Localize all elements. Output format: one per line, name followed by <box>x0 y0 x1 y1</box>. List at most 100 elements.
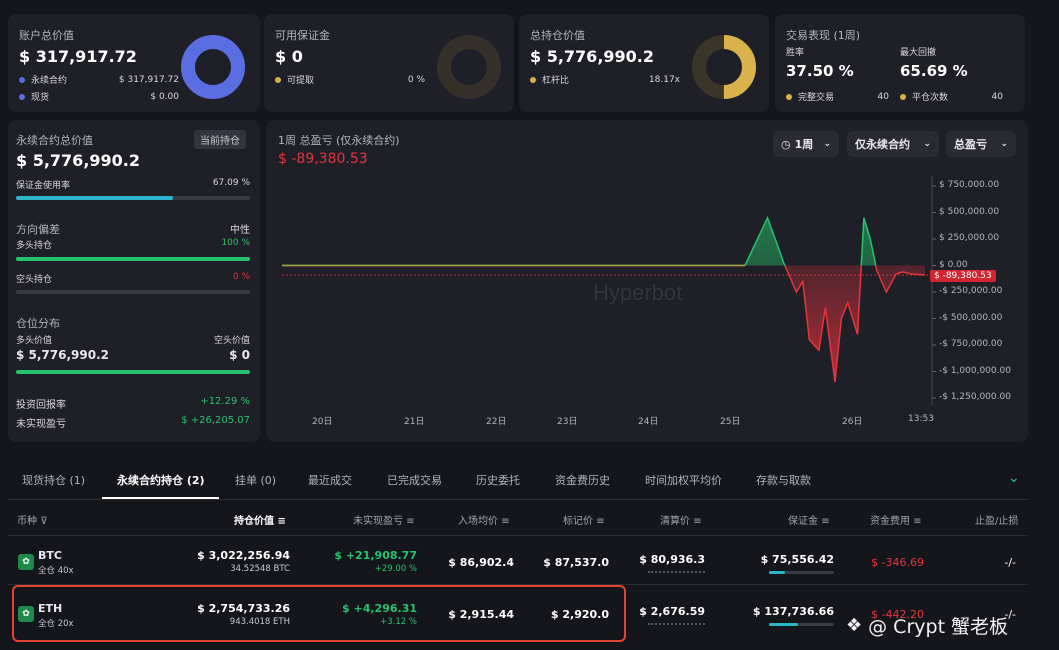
header-label: 标记价 <box>563 516 593 527</box>
item-label: 永续合约 <box>31 76 68 86</box>
col-margin[interactable]: 保证金 ≡ <box>788 512 830 527</box>
funding-fee: $ -346.69 <box>871 556 924 569</box>
pnl-chart-panel: 1周 总盈亏 (仅永续合约) $ -89,380.53 ◷ 1周 ⌄ 仅永续合约… <box>266 120 1028 442</box>
item-label: 现货 <box>31 93 50 103</box>
col-funding[interactable]: 资金费用 ≡ <box>870 512 922 527</box>
margin-usage-label: 保证金使用率 <box>16 181 71 191</box>
margin-value: $ 75,556.42 <box>760 553 834 566</box>
roi-value: +12.29 % <box>200 396 250 407</box>
item-value: $ 317,917.72 <box>118 74 179 85</box>
short-value: $ 0 <box>229 348 250 362</box>
liq-price: $ 2,676.59 <box>639 605 705 618</box>
col-position-value[interactable]: 持仓价值 ≡ <box>234 512 286 527</box>
header-label: 清算价 <box>660 516 690 527</box>
tab-5[interactable]: 历史委托 <box>476 472 520 488</box>
collapse-chevron-icon[interactable]: ⌄ <box>1008 470 1020 486</box>
long-position-pct: 100 % <box>221 238 250 248</box>
x-tick-label: 23日 <box>557 417 578 427</box>
roi-label: 投资回报率 <box>16 400 66 411</box>
trade-performance-card: 交易表现 (1周) 胜率 37.50 % 最大回撤 65.69 % 完整交易 4… <box>775 14 1025 112</box>
perp-title: 永续合约总价值 <box>16 134 93 147</box>
margin-usage-bar <box>16 196 250 200</box>
table-row[interactable]: ✿ BTC 全仓 40x $ 3,022,256.94 34.52548 BTC… <box>8 538 1028 584</box>
y-tick-label: -$ 250,000.00 <box>939 286 1003 296</box>
x-tick-label: 26日 <box>842 417 863 427</box>
col-tpsl[interactable]: 止盈/止损 <box>975 512 1018 527</box>
holdings-value: $ 5,776,990.2 <box>530 47 654 66</box>
account-item-spot: 现货 $ 0.00 <box>19 90 179 103</box>
metric-selector[interactable]: 总盈亏 ⌄ <box>946 131 1016 157</box>
item-value: 40 <box>991 91 1003 102</box>
col-liq[interactable]: 清算价 ≡ <box>660 512 702 527</box>
tpsl-value[interactable]: -/- <box>1004 556 1016 569</box>
win-rate-label: 胜率 <box>786 48 805 58</box>
item-label: 完整交易 <box>798 93 835 103</box>
long-position-label: 多头持仓 <box>16 241 53 251</box>
liq-distance-bar <box>648 623 705 626</box>
coin-symbol[interactable]: BTC <box>38 549 62 562</box>
sort-icon[interactable]: ≡ <box>693 516 701 527</box>
upnl-value: $ +21,908.77 <box>334 549 417 562</box>
account-donut <box>181 35 245 99</box>
position-size: 34.52548 BTC <box>230 564 290 574</box>
current-value-tag: $ -89,380.53 <box>930 270 996 282</box>
header-label: 币种 <box>17 516 37 527</box>
position-value: $ 3,022,256.94 <box>197 549 290 562</box>
metric-label: 总盈亏 <box>954 138 987 151</box>
item-label: 平仓次数 <box>912 93 949 103</box>
short-position-label: 空头持仓 <box>16 275 53 285</box>
tab-1[interactable]: 永续合约持仓 (2) <box>117 472 205 488</box>
col-mark[interactable]: 标记价 ≡ <box>563 512 605 527</box>
col-upnl[interactable]: 未实现盈亏 ≡ <box>353 512 415 527</box>
available-margin-card: 可用保证金 $ 0 可提取 0 % <box>264 14 514 112</box>
y-tick-label: $ 250,000.00 <box>939 233 1000 243</box>
header-label: 止盈/止损 <box>975 516 1019 527</box>
diamond-logo-icon: ❖ <box>846 615 863 636</box>
sort-icon[interactable]: ≡ <box>501 516 509 527</box>
sort-icon[interactable]: ≡ <box>913 516 921 527</box>
col-entry[interactable]: 入场均价 ≡ <box>458 512 510 527</box>
item-value: $ 0.00 <box>150 91 179 102</box>
y-tick-label: -$ 1,250,000.00 <box>939 392 1011 402</box>
x-tick-label: 25日 <box>720 417 741 427</box>
margin-usage-value: 67.09 % <box>212 178 250 188</box>
long-value: $ 5,776,990.2 <box>16 348 109 362</box>
sort-icon[interactable]: ≡ <box>277 516 285 527</box>
y-tick-label: $ 500,000.00 <box>939 206 1000 217</box>
liq-distance-bar <box>648 571 705 574</box>
item-value: 0 % <box>407 74 425 85</box>
account-item-perp: 永续合约 $ 317,917.72 <box>19 73 179 86</box>
filter-label: 仅永续合约 <box>855 138 910 151</box>
short-position-pct: 0 % <box>232 272 250 282</box>
sort-icon[interactable]: ≡ <box>596 516 604 527</box>
filter-icon[interactable]: ⊽ <box>40 516 47 527</box>
sort-icon[interactable]: ≡ <box>406 516 414 527</box>
completed-trades: 完整交易 40 <box>786 90 889 103</box>
header-divider <box>8 535 1028 536</box>
short-position-bar <box>16 290 250 294</box>
current-position-badge[interactable]: 当前持仓 <box>194 130 246 149</box>
col-coin[interactable]: 币种 ⊽ <box>17 512 48 527</box>
filter-selector[interactable]: 仅永续合约 ⌄ <box>847 131 939 157</box>
tab-7[interactable]: 时间加权平均价 <box>645 472 722 488</box>
margin-donut <box>437 35 501 99</box>
legend-dot <box>786 93 792 100</box>
tab-0[interactable]: 现货持仓 (1) <box>22 472 85 488</box>
margin-bar <box>769 623 834 626</box>
tab-4[interactable]: 已完成交易 <box>387 472 442 488</box>
x-tick-label: 22日 <box>486 417 507 427</box>
win-rate-value: 37.50 % <box>786 62 854 80</box>
range-selector[interactable]: ◷ 1周 ⌄ <box>773 131 839 157</box>
long-value-label: 多头价值 <box>16 336 53 346</box>
tab-6[interactable]: 资金费历史 <box>555 472 610 488</box>
chevron-down-icon: ⌄ <box>923 139 931 149</box>
tab-2[interactable]: 挂单 (0) <box>235 472 276 488</box>
header-label: 资金费用 <box>870 516 910 527</box>
sort-icon[interactable]: ≡ <box>821 516 829 527</box>
tab-3[interactable]: 最近成交 <box>308 472 352 488</box>
holdings-donut <box>692 35 756 99</box>
entry-price: $ 86,902.4 <box>448 556 514 569</box>
tab-8[interactable]: 存款与取款 <box>756 472 811 488</box>
y-tick-label: -$ 1,000,000.00 <box>939 365 1011 376</box>
coin-logo-icon: ✿ <box>18 554 34 570</box>
